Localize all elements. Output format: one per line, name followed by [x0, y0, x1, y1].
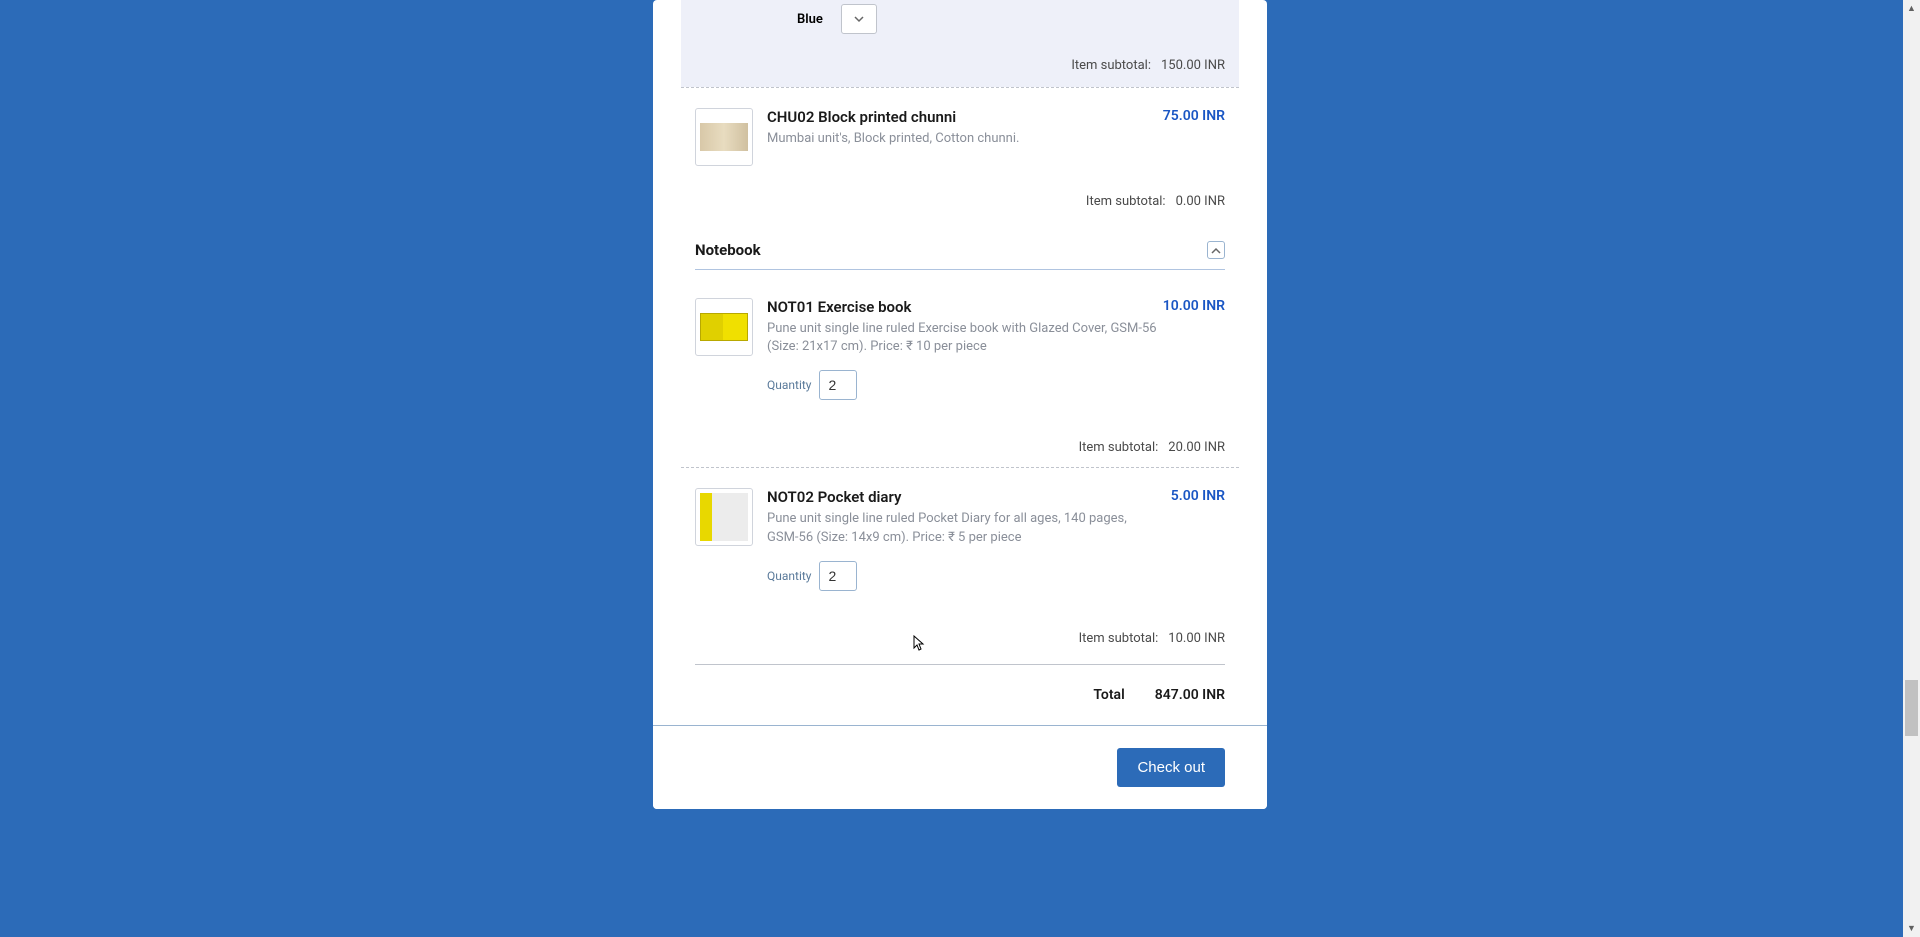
subtotal-value: 10.00 INR — [1168, 631, 1225, 646]
item-thumbnail[interactable] — [695, 298, 753, 356]
quantity-row: Quantity — [767, 370, 1225, 400]
item-subtotal-row: Item subtotal: 150.00 INR — [695, 38, 1225, 73]
item-header: CHU02 Block printed chunni 75.00 INR — [767, 108, 1225, 126]
cart-content: Blue Item subtotal: 150.00 INR — [653, 0, 1267, 725]
color-row: Blue — [695, 0, 1225, 38]
collapse-button[interactable] — [1207, 241, 1225, 259]
subtotal-label: Item subtotal: — [1079, 440, 1159, 455]
item-title: NOT02 Pocket diary — [767, 488, 901, 506]
subtotal-value: 0.00 INR — [1176, 194, 1225, 209]
color-label: Blue — [797, 12, 823, 27]
subtotal-label: Item subtotal: — [1086, 194, 1166, 209]
quantity-input[interactable] — [819, 370, 857, 400]
item-description: Mumbai unit's, Block printed, Cotton chu… — [767, 130, 1157, 148]
cart-item: NOT02 Pocket diary 5.00 INR Pune unit si… — [681, 467, 1239, 604]
subtotal-value: 20.00 INR — [1168, 440, 1225, 455]
item-details: NOT02 Pocket diary 5.00 INR Pune unit si… — [767, 488, 1225, 590]
chevron-up-icon — [1211, 241, 1221, 260]
item-description: Pune unit single line ruled Pocket Diary… — [767, 510, 1157, 546]
item-header: NOT01 Exercise book 10.00 INR — [767, 298, 1225, 316]
cart-panel: Blue Item subtotal: 150.00 INR — [653, 0, 1267, 809]
quantity-input[interactable] — [819, 561, 857, 591]
item-thumbnail[interactable] — [695, 108, 753, 166]
quantity-label: Quantity — [767, 569, 811, 583]
item-price: 75.00 INR — [1163, 108, 1225, 124]
item-subtotal-row: Item subtotal: 10.00 INR — [681, 605, 1239, 658]
scrollbar[interactable]: ▲ ▼ — [1903, 0, 1920, 937]
item-title: CHU02 Block printed chunni — [767, 108, 956, 126]
item-details: CHU02 Block printed chunni 75.00 INR Mum… — [767, 108, 1225, 148]
item-row: CHU02 Block printed chunni 75.00 INR Mum… — [695, 108, 1225, 166]
section-title: Notebook — [695, 241, 761, 259]
section-header: Notebook — [695, 221, 1225, 270]
scroll-up-button[interactable]: ▲ — [1903, 0, 1920, 17]
item-thumbnail[interactable] — [695, 488, 753, 546]
quantity-label: Quantity — [767, 378, 811, 392]
thumb-image — [700, 123, 748, 151]
item-header: NOT02 Pocket diary 5.00 INR — [767, 488, 1225, 506]
item-subtotal-row: Item subtotal: 20.00 INR — [681, 414, 1239, 467]
thumb-image — [700, 313, 748, 341]
subtotal-label: Item subtotal: — [1079, 631, 1159, 646]
total-row: Total 847.00 INR — [653, 665, 1267, 725]
item-details: NOT01 Exercise book 10.00 INR Pune unit … — [767, 298, 1225, 400]
cart-item: CHU02 Block printed chunni 75.00 INR Mum… — [681, 87, 1239, 180]
checkout-button[interactable]: Check out — [1117, 748, 1225, 787]
color-select[interactable] — [841, 4, 877, 34]
cart-item: NOT01 Exercise book 10.00 INR Pune unit … — [681, 270, 1239, 414]
total-label: Total — [1093, 687, 1124, 703]
chevron-down-icon — [853, 10, 865, 29]
item-description: Pune unit single line ruled Exercise boo… — [767, 320, 1157, 356]
quantity-row: Quantity — [767, 561, 1225, 591]
item-title: NOT01 Exercise book — [767, 298, 911, 316]
item-subtotal-row: Item subtotal: 0.00 INR — [681, 180, 1239, 221]
footer-bar: Check out — [653, 725, 1267, 809]
item-price: 5.00 INR — [1171, 488, 1225, 504]
item-row: NOT01 Exercise book 10.00 INR Pune unit … — [695, 298, 1225, 400]
scrollbar-thumb[interactable] — [1905, 680, 1918, 736]
item-price: 10.00 INR — [1163, 298, 1225, 314]
scroll-down-button[interactable]: ▼ — [1903, 920, 1920, 937]
subtotal-label: Item subtotal: — [1071, 58, 1151, 73]
item-option-block: Blue Item subtotal: 150.00 INR — [681, 0, 1239, 87]
thumb-image — [700, 493, 748, 541]
subtotal-value: 150.00 INR — [1161, 58, 1225, 73]
total-value: 847.00 INR — [1155, 687, 1225, 703]
item-row: NOT02 Pocket diary 5.00 INR Pune unit si… — [695, 488, 1225, 590]
